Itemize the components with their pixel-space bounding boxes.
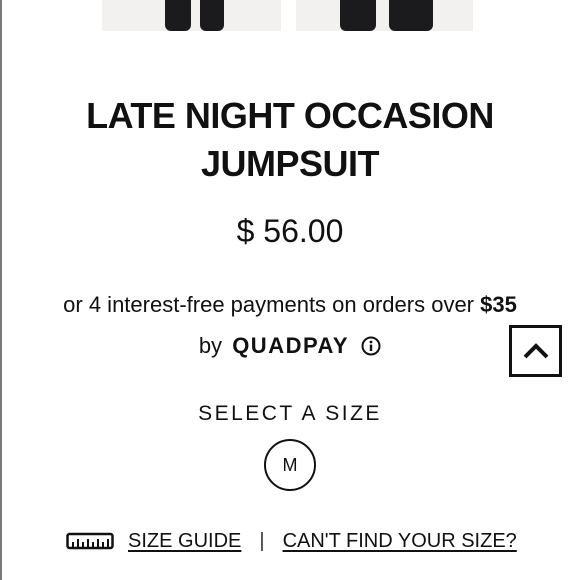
jumpsuit-leg-shape [165, 0, 191, 31]
size-help-row: SIZE GUIDE | CAN'T FIND YOUR SIZE? [66, 527, 517, 555]
jumpsuit-leg-shape [200, 0, 224, 31]
size-guide-link[interactable]: SIZE GUIDE [128, 530, 241, 553]
link-separator: | [259, 529, 265, 552]
product-image-thumbnail-2[interactable] [296, 0, 473, 31]
product-title: LATE NIGHT OCCASION JUMPSUIT [0, 92, 580, 188]
jumpsuit-leg-shape [340, 0, 376, 31]
installment-text: or 4 interest-free payments on orders ov… [63, 292, 481, 317]
product-price: $ 56.00 [236, 213, 344, 249]
installment-threshold: $35 [480, 292, 517, 317]
size-option-m[interactable]: M [264, 439, 316, 491]
info-icon[interactable] [361, 336, 381, 356]
select-size-label: SELECT A SIZE [198, 402, 382, 425]
product-title-line-2: JUMPSUIT [200, 143, 380, 184]
ruler-icon [66, 532, 114, 550]
installment-provider-line: by QUADPAY [0, 331, 580, 361]
installment-message: or 4 interest-free payments on orders ov… [0, 290, 580, 320]
product-image-thumbnail-1[interactable] [102, 0, 281, 31]
cant-find-size-link[interactable]: CAN'T FIND YOUR SIZE? [283, 530, 517, 553]
product-title-line-1: LATE NIGHT OCCASION [86, 95, 494, 136]
by-text: by [198, 333, 223, 358]
back-to-top-button[interactable] [509, 325, 562, 377]
jumpsuit-leg-shape [389, 0, 433, 31]
chevron-up-icon [523, 343, 548, 359]
quadpay-logo: QUADPAY [232, 333, 350, 358]
